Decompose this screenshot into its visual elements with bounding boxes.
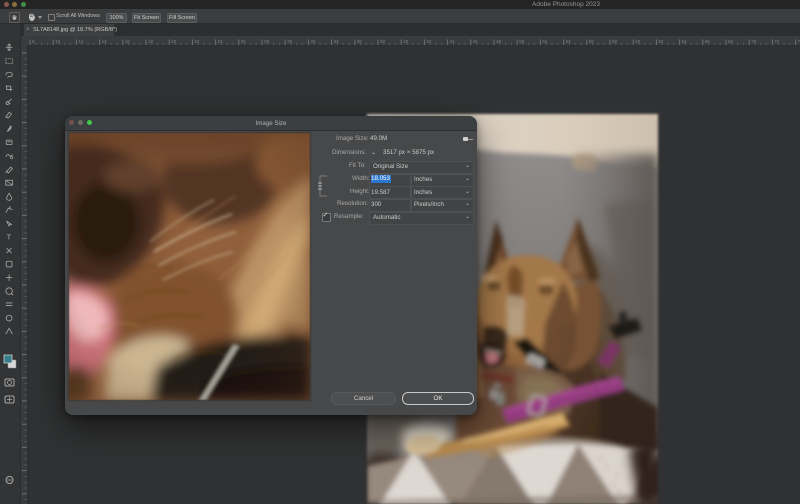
svg-text:28: 28 — [264, 39, 270, 44]
svg-text:30: 30 — [287, 39, 293, 44]
svg-text:44: 44 — [450, 39, 456, 44]
svg-text:12: 12 — [78, 39, 84, 44]
svg-text:38: 38 — [380, 39, 386, 44]
svg-text:62: 62 — [658, 39, 664, 44]
svg-text:10: 10 — [55, 39, 61, 44]
svg-text:64: 64 — [682, 39, 688, 44]
svg-text:24: 24 — [218, 39, 224, 44]
svg-text:66: 66 — [705, 39, 711, 44]
svg-text:56: 56 — [589, 39, 595, 44]
svg-text:40: 40 — [403, 39, 409, 44]
svg-text:60: 60 — [635, 39, 641, 44]
svg-text:34: 34 — [334, 39, 340, 44]
svg-text:18: 18 — [148, 39, 154, 44]
svg-text:T: T — [7, 233, 12, 242]
svg-text:20: 20 — [171, 39, 177, 44]
svg-text:36: 36 — [357, 39, 363, 44]
svg-text:54: 54 — [566, 39, 572, 44]
svg-text:52: 52 — [542, 39, 548, 44]
svg-text:22: 22 — [194, 39, 200, 44]
svg-text:16: 16 — [125, 39, 131, 44]
svg-text:26: 26 — [241, 39, 247, 44]
svg-text:42: 42 — [426, 39, 432, 44]
svg-text:46: 46 — [473, 39, 479, 44]
svg-text:48: 48 — [496, 39, 502, 44]
svg-text:8: 8 — [32, 39, 35, 44]
svg-text:14: 14 — [102, 39, 108, 44]
svg-text:72: 72 — [774, 39, 780, 44]
svg-text:58: 58 — [612, 39, 618, 44]
svg-text:50: 50 — [519, 39, 525, 44]
svg-text:70: 70 — [751, 39, 757, 44]
svg-text:32: 32 — [310, 39, 316, 44]
svg-text:68: 68 — [728, 39, 734, 44]
